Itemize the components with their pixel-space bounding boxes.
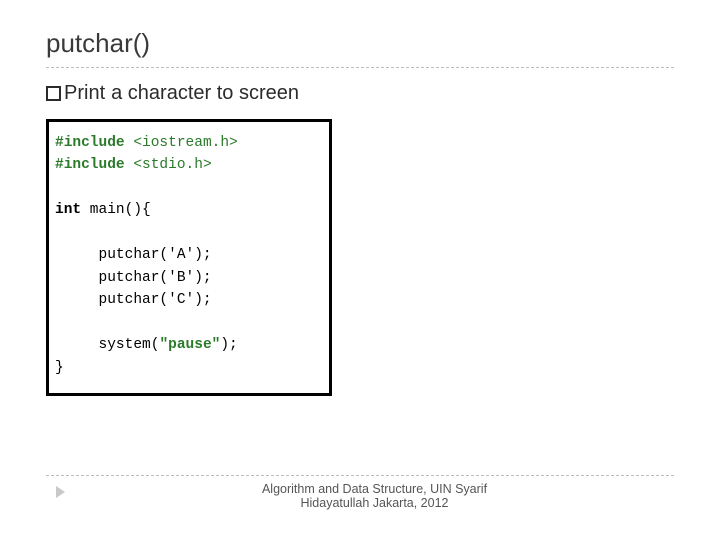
include-keyword-2: #include (55, 157, 125, 173)
footer-divider (46, 475, 674, 476)
code-system-call: system( (99, 337, 160, 353)
subtitle-word-print: Print (64, 82, 105, 105)
code-line-putchar-c: putchar('C'); (99, 292, 212, 308)
square-bullet-icon (46, 86, 61, 101)
slide-title: putchar() (46, 28, 674, 59)
footer-line-2: Hidayatullah Jakarta, 2012 (75, 496, 674, 510)
code-close-brace: } (55, 360, 64, 376)
include-header-1: <iostream.h> (133, 135, 237, 151)
code-line-putchar-a: putchar('A'); (99, 247, 212, 263)
include-keyword-1: #include (55, 135, 125, 151)
title-divider (46, 67, 674, 68)
code-system-arg: "pause" (159, 337, 220, 353)
include-header-2: <stdio.h> (133, 157, 211, 173)
main-signature: main(){ (81, 202, 151, 218)
play-icon (56, 486, 65, 498)
code-line-putchar-b: putchar('B'); (99, 270, 212, 286)
subtitle: Print a character to screen (46, 82, 674, 105)
int-keyword: int (55, 202, 81, 218)
code-system-end: ); (220, 337, 237, 353)
footer-line-1: Algorithm and Data Structure, UIN Syarif (75, 482, 674, 496)
subtitle-rest: a character to screen (111, 82, 299, 105)
code-snippet: #include <iostream.h> #include <stdio.h>… (46, 119, 332, 396)
footer: Algorithm and Data Structure, UIN Syarif… (46, 475, 674, 510)
